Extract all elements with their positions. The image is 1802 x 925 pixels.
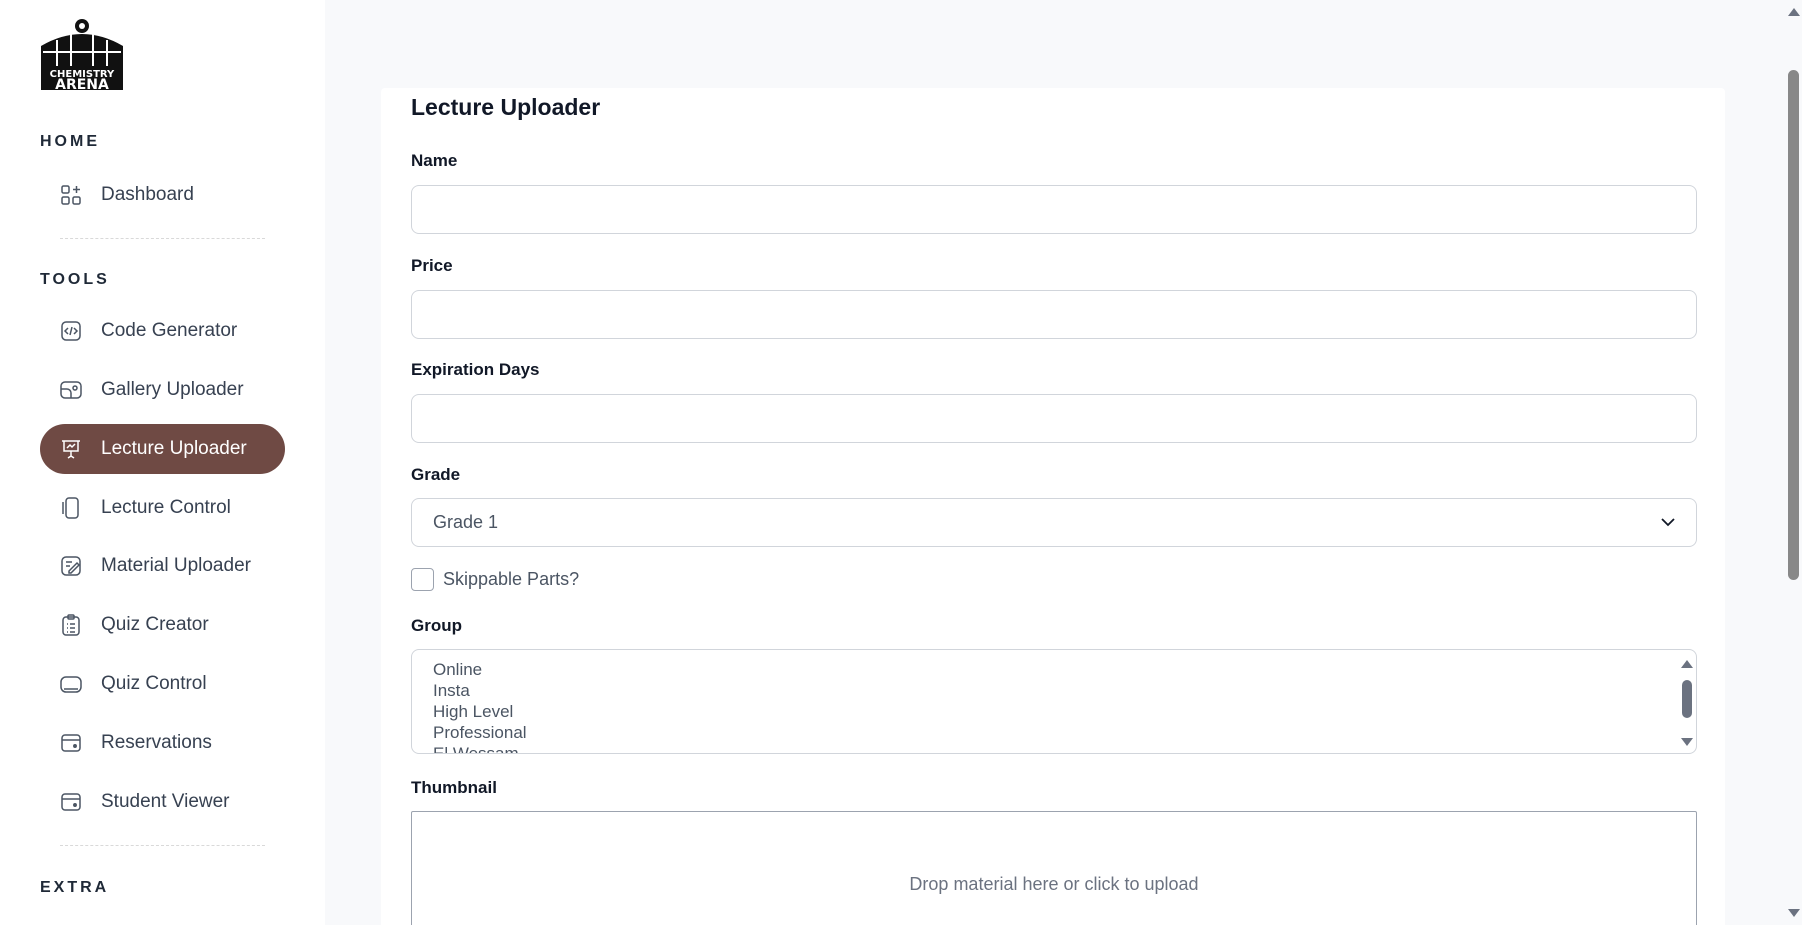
scroll-down-arrow-icon[interactable] bbox=[1681, 738, 1693, 746]
sidebar: CHEMISTRY ARENA HOME Dashboard TOOLS Cod… bbox=[0, 0, 325, 925]
wallet-icon bbox=[60, 791, 82, 813]
grade-select[interactable]: Grade 1 bbox=[411, 498, 1697, 547]
sidebar-item-label: Gallery Uploader bbox=[101, 379, 244, 400]
group-listbox[interactable]: Online Insta High Level Professional El … bbox=[411, 649, 1697, 754]
clipboard-list-icon bbox=[60, 614, 82, 636]
scroll-down-arrow-icon[interactable] bbox=[1788, 909, 1800, 917]
grade-label: Grade bbox=[411, 465, 461, 484]
sidebar-item-label: Material Uploader bbox=[101, 555, 251, 576]
price-label: Price bbox=[411, 256, 453, 275]
name-label: Name bbox=[411, 151, 458, 170]
page-title: Lecture Uploader bbox=[411, 94, 601, 120]
group-option[interactable]: Online bbox=[433, 659, 482, 680]
sidebar-item-label: Lecture Uploader bbox=[101, 438, 247, 459]
group-option[interactable]: High Level bbox=[433, 701, 513, 722]
sidebar-item-reservations[interactable]: Reservations bbox=[40, 718, 285, 768]
expiration-days-input[interactable] bbox=[411, 394, 1697, 443]
sidebar-item-label: Quiz Creator bbox=[101, 614, 209, 635]
grade-select-value: Grade 1 bbox=[433, 512, 499, 532]
svg-text:ARENA: ARENA bbox=[55, 77, 109, 92]
thumbnail-dropzone[interactable]: Drop material here or click to upload bbox=[411, 811, 1697, 925]
presentation-icon bbox=[60, 438, 82, 460]
sidebar-item-label: Lecture Control bbox=[101, 497, 231, 518]
sidebar-item-student-viewer[interactable]: Student Viewer bbox=[40, 777, 285, 827]
section-title-tools: TOOLS bbox=[40, 271, 110, 288]
sidebar-item-lecture-uploader[interactable]: Lecture Uploader bbox=[40, 424, 285, 474]
divider bbox=[60, 845, 265, 846]
scrollbar-thumb[interactable] bbox=[1682, 680, 1692, 718]
group-listbox-scrollbar[interactable] bbox=[1676, 650, 1696, 753]
expiration-days-label: Expiration Days bbox=[411, 360, 540, 379]
sidebar-item-lecture-control[interactable]: Lecture Control bbox=[40, 483, 285, 533]
price-input[interactable] bbox=[411, 290, 1697, 339]
scroll-up-arrow-icon[interactable] bbox=[1681, 660, 1693, 668]
chevron-down-icon bbox=[1660, 514, 1676, 532]
scrollbar-thumb[interactable] bbox=[1788, 70, 1799, 580]
sidebar-item-label: Code Generator bbox=[101, 320, 238, 341]
group-option[interactable]: El Wessam bbox=[433, 743, 519, 753]
sidebar-item-label: Quiz Control bbox=[101, 673, 207, 694]
divider bbox=[60, 238, 265, 239]
sidebar-item-quiz-control[interactable]: Quiz Control bbox=[40, 659, 285, 709]
sidebar-item-dashboard[interactable]: Dashboard bbox=[40, 170, 285, 220]
skippable-parts-checkbox[interactable] bbox=[411, 568, 434, 591]
group-label: Group bbox=[411, 616, 462, 635]
sidebar-item-quiz-creator[interactable]: Quiz Creator bbox=[40, 600, 285, 650]
page-scrollbar[interactable] bbox=[1785, 0, 1802, 925]
thumbnail-label: Thumbnail bbox=[411, 778, 497, 797]
tablet-icon bbox=[60, 673, 82, 695]
devices-icon bbox=[60, 497, 82, 519]
chemistry-arena-logo[interactable]: CHEMISTRY ARENA bbox=[37, 16, 127, 93]
scroll-up-arrow-icon[interactable] bbox=[1788, 8, 1800, 16]
skippable-parts-label: Skippable Parts? bbox=[443, 569, 580, 589]
code-icon bbox=[60, 320, 82, 342]
edit-document-icon bbox=[60, 555, 82, 577]
dropzone-text: Drop material here or click to upload bbox=[909, 874, 1199, 894]
section-title-home: HOME bbox=[40, 133, 100, 150]
dashboard-icon bbox=[60, 184, 82, 206]
sidebar-item-code-generator[interactable]: Code Generator bbox=[40, 306, 285, 356]
wallet-icon bbox=[60, 732, 82, 754]
lecture-uploader-card: Lecture Uploader Name Price Expiration D… bbox=[381, 88, 1725, 925]
name-input[interactable] bbox=[411, 185, 1697, 234]
sidebar-item-gallery-uploader[interactable]: Gallery Uploader bbox=[40, 365, 285, 415]
main-content: Lecture Uploader Name Price Expiration D… bbox=[325, 0, 1785, 925]
group-option[interactable]: Professional bbox=[433, 722, 527, 743]
sidebar-item-label: Student Viewer bbox=[101, 791, 230, 812]
section-title-extra: EXTRA bbox=[40, 879, 110, 896]
skippable-parts-row[interactable]: Skippable Parts? bbox=[411, 568, 579, 591]
gallery-icon bbox=[60, 379, 82, 401]
sidebar-item-label: Dashboard bbox=[101, 184, 194, 205]
sidebar-item-material-uploader[interactable]: Material Uploader bbox=[40, 541, 285, 591]
sidebar-item-label: Reservations bbox=[101, 732, 212, 753]
group-option[interactable]: Insta bbox=[433, 680, 470, 701]
